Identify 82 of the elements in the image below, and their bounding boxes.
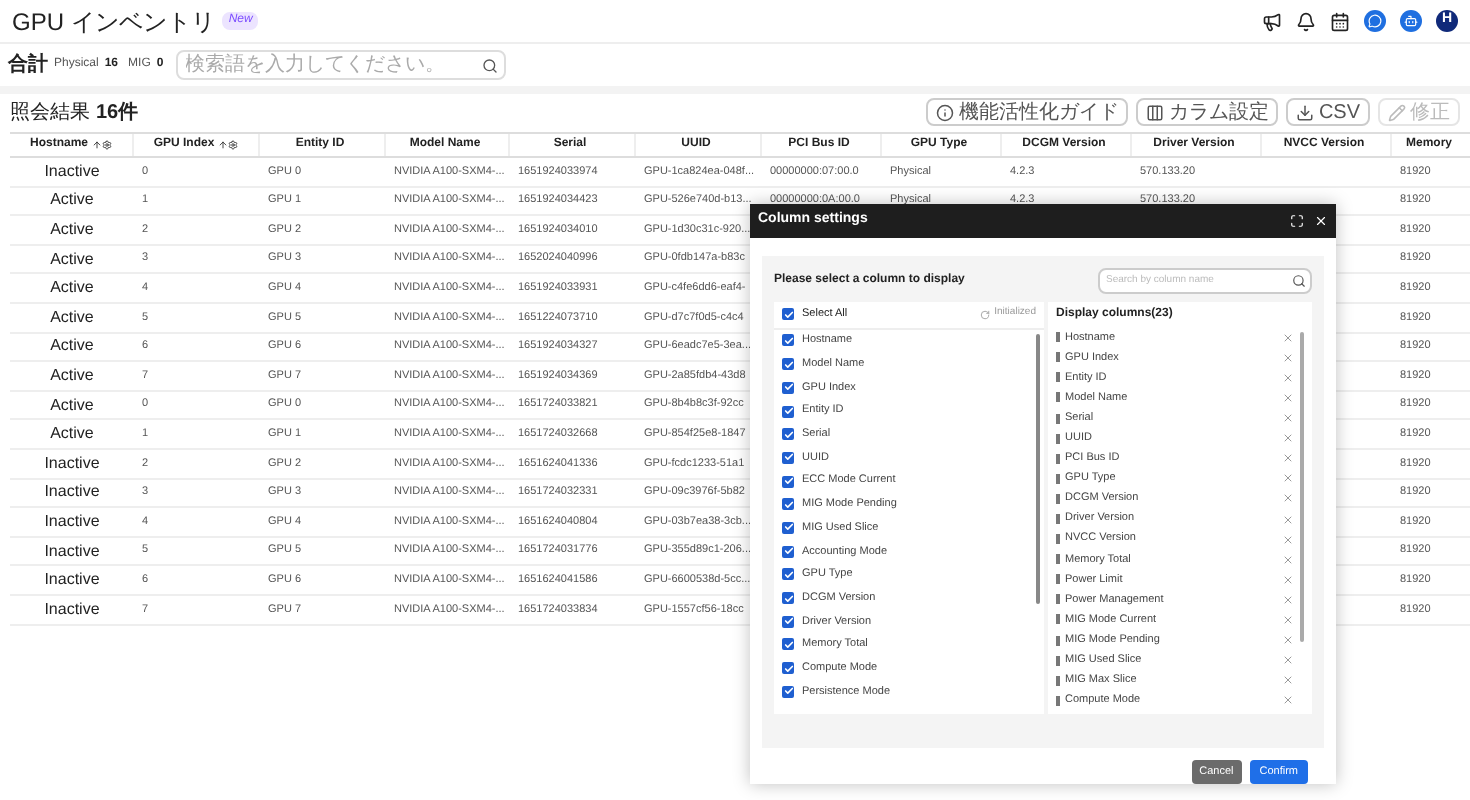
checked-box-icon — [782, 498, 794, 511]
checked-box-icon — [782, 615, 794, 628]
checked-box-icon — [782, 451, 794, 464]
sort-icon[interactable] — [92, 140, 102, 150]
table-cell: Active — [50, 363, 94, 388]
remove-icon[interactable] — [1282, 351, 1294, 364]
table-cell: Active — [50, 334, 94, 359]
maximize-icon[interactable] — [1290, 213, 1304, 228]
table-cell: Inactive — [44, 509, 100, 534]
scrollbar[interactable] — [1036, 333, 1040, 604]
toolbar-button[interactable]: 機能活性化ガイド — [926, 98, 1129, 126]
table-cell: Active — [50, 247, 94, 272]
remove-icon[interactable] — [1282, 573, 1294, 586]
search-icon — [1292, 273, 1306, 288]
remove-icon[interactable] — [1282, 533, 1294, 546]
scrollbar[interactable] — [1300, 331, 1304, 642]
table-cell: Inactive — [44, 480, 100, 505]
remove-icon[interactable] — [1282, 634, 1294, 647]
remove-icon[interactable] — [1282, 694, 1294, 707]
checked-box-icon — [782, 662, 794, 675]
results-count: 16件 — [96, 99, 139, 127]
checked-box-icon — [782, 381, 794, 394]
search-icon — [481, 57, 498, 73]
remove-icon[interactable] — [1282, 412, 1294, 425]
pencil-icon — [1388, 103, 1406, 121]
remove-icon[interactable] — [1282, 331, 1294, 344]
remove-icon[interactable] — [1282, 371, 1294, 384]
checked-box-icon — [782, 308, 794, 321]
checked-box-icon — [782, 475, 794, 488]
page-title: GPU インベントリ — [12, 5, 215, 39]
table-cell: Active — [50, 217, 94, 242]
info-icon — [936, 103, 955, 121]
calendar-icon[interactable] — [1330, 11, 1350, 31]
remove-icon[interactable] — [1282, 432, 1294, 445]
chat-icon — [1368, 14, 1382, 28]
columns-icon — [1146, 103, 1165, 121]
megaphone-icon[interactable] — [1262, 11, 1282, 31]
bell-icon[interactable] — [1296, 11, 1316, 31]
checked-box-icon — [782, 592, 794, 605]
remove-icon[interactable] — [1282, 391, 1294, 404]
table-cell: Active — [50, 305, 94, 330]
remove-icon[interactable] — [1282, 492, 1294, 505]
checked-box-icon — [782, 358, 794, 371]
table-cell: Active — [50, 188, 94, 213]
results-label: 照会結果 — [10, 99, 90, 127]
remove-icon[interactable] — [1282, 553, 1294, 566]
checked-box-icon — [782, 521, 794, 534]
table-cell: Inactive — [44, 539, 100, 564]
table-cell: Active — [50, 422, 94, 447]
checked-box-icon — [782, 334, 794, 347]
toolbar-button[interactable]: CSV — [1286, 98, 1370, 126]
refresh-icon — [980, 309, 991, 320]
robot-button[interactable] — [1400, 10, 1422, 32]
chat-button[interactable] — [1364, 10, 1386, 32]
table-cell: Active — [50, 393, 94, 418]
checked-box-icon — [782, 405, 794, 418]
checked-box-icon — [782, 568, 794, 581]
remove-icon[interactable] — [1282, 452, 1294, 465]
table-cell: Inactive — [44, 159, 100, 184]
gear-icon[interactable] — [102, 140, 112, 150]
search-field[interactable]: 検索語を入力してください。 — [175, 50, 506, 80]
remove-icon[interactable] — [1282, 613, 1294, 626]
checked-box-icon — [782, 545, 794, 558]
sort-icon[interactable] — [218, 140, 229, 150]
remove-icon[interactable] — [1282, 593, 1294, 606]
table-cell: Active — [50, 276, 94, 301]
close-icon[interactable] — [1314, 213, 1328, 228]
toolbar-button[interactable]: カラム設定 — [1136, 98, 1279, 126]
remove-icon[interactable] — [1282, 472, 1294, 485]
table-cell: Inactive — [44, 451, 100, 476]
remove-icon[interactable] — [1282, 513, 1294, 525]
checked-box-icon — [782, 428, 794, 441]
gear-icon[interactable] — [228, 140, 239, 150]
remove-icon[interactable] — [1282, 674, 1294, 687]
table-cell: Inactive — [44, 597, 100, 622]
table-cell: Inactive — [44, 568, 100, 593]
robot-icon — [1404, 14, 1418, 28]
total-label: 合計 — [8, 51, 48, 80]
checked-box-icon — [782, 638, 794, 651]
download-icon — [1296, 103, 1315, 121]
remove-icon[interactable] — [1282, 654, 1294, 667]
checked-box-icon — [782, 685, 794, 698]
